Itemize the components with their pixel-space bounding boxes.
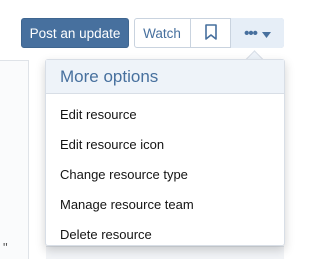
post-update-label: Post an update [29, 25, 121, 41]
menu-item-edit-resource-icon[interactable]: Edit resource icon [46, 129, 284, 159]
menu-item-delete-resource[interactable]: Delete resource [46, 219, 284, 249]
background-quote-text: " [3, 240, 8, 255]
watch-label: Watch [143, 25, 181, 41]
menu-item-manage-resource-team[interactable]: Manage resource team [46, 189, 284, 219]
bookmark-icon [204, 23, 217, 43]
more-options-menu: More options Edit resource Edit resource… [45, 59, 285, 246]
menu-list: Edit resource Edit resource icon Change … [46, 94, 284, 249]
menu-item-change-resource-type[interactable]: Change resource type [46, 159, 284, 189]
menu-item-edit-resource[interactable]: Edit resource [46, 99, 284, 129]
background-content-panel [0, 60, 29, 259]
bookmark-button[interactable] [191, 18, 231, 48]
more-options-button[interactable]: ••• [231, 18, 284, 48]
post-update-button[interactable]: Post an update [21, 18, 129, 48]
more-options-icon: ••• [244, 24, 258, 42]
chevron-down-icon [261, 26, 271, 41]
watch-button[interactable]: Watch [134, 18, 191, 48]
menu-title: More options [46, 60, 284, 94]
